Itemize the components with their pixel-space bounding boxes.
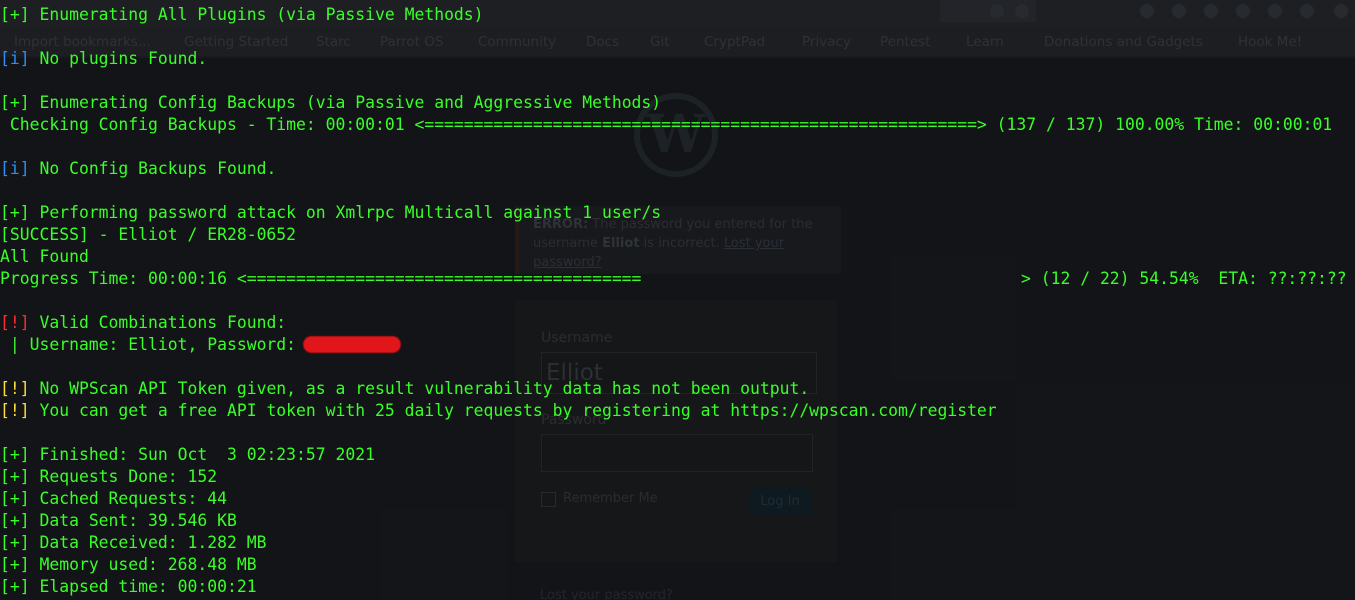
terminal-line: All Found [0, 246, 1355, 268]
status-tag: [+] [0, 467, 30, 486]
attack-progress-bar: Progress Time: 00:00:16 <===============… [0, 269, 642, 288]
screen: Import bookmarks... Getting Started Star… [0, 0, 1355, 600]
line-text: Requests Done: 152 [29, 467, 218, 486]
terminal-line: [+] Cached Requests: 44 [0, 488, 1355, 510]
terminal-line: [+] Finished: Sun Oct 3 02:23:57 2021 [0, 444, 1355, 466]
status-tag: [+] [0, 445, 30, 464]
terminal-line: [+] Performing password attack on Xmlrpc… [0, 202, 1355, 224]
line-text: Cached Requests: 44 [29, 489, 227, 508]
line-text: All Found [0, 247, 89, 266]
line-text: Valid Combinations Found: [29, 313, 287, 332]
line-text: Data Received: 1.282 MB [29, 533, 267, 552]
terminal-line: [+] Elapsed time: 00:00:21 [0, 576, 1355, 598]
terminal-line: [!] Valid Combinations Found: [0, 312, 1355, 334]
terminal-line: [i] No plugins Found. [0, 48, 1355, 70]
terminal-line: [SUCCESS] - Elliot / ER28-0652 [0, 224, 1355, 246]
status-tag: [i] [0, 159, 30, 178]
status-tag: [+] [0, 5, 30, 24]
terminal-line: [i] No Config Backups Found. [0, 158, 1355, 180]
terminal-line: [+] Data Sent: 39.546 KB [0, 510, 1355, 532]
status-tag: [+] [0, 93, 30, 112]
line-text: Finished: Sun Oct 3 02:23:57 2021 [29, 445, 375, 464]
attack-progress-stats: > (12 / 22) 54.54% ETA: ??:??:?? [1021, 269, 1347, 288]
terminal-output[interactable]: [+] Enumerating All Plugins (via Passive… [0, 4, 1355, 598]
terminal-line: [+] Memory used: 268.48 MB [0, 554, 1355, 576]
terminal-line: [+] Data Received: 1.282 MB [0, 532, 1355, 554]
line-text: You can get a free API token with 25 dai… [29, 401, 997, 420]
line-text: No plugins Found. [29, 49, 208, 68]
line-text: No WPScan API Token given, as a result v… [29, 379, 810, 398]
line-text: Memory used: 268.48 MB [29, 555, 257, 574]
status-tag: [+] [0, 577, 30, 596]
credentials-line: | Username: Elliot, Password: [0, 335, 297, 354]
line-text: Enumerating Config Backups (via Passive … [29, 93, 662, 112]
terminal-line: [+] Enumerating Config Backups (via Pass… [0, 92, 1355, 114]
status-tag: [+] [0, 203, 30, 222]
status-tag: [+] [0, 555, 30, 574]
terminal-line: | Username: Elliot, Password: [0, 334, 1355, 356]
terminal-line: [!] No WPScan API Token given, as a resu… [0, 378, 1355, 400]
terminal-line: [+] Requests Done: 152 [0, 466, 1355, 488]
status-tag: [!] [0, 313, 30, 332]
redaction-mark [304, 336, 401, 352]
status-tag: [!] [0, 401, 30, 420]
status-tag: [!] [0, 379, 30, 398]
success-line: [SUCCESS] - Elliot / ER28-0652 [0, 225, 297, 244]
line-text: Enumerating All Plugins (via Passive Met… [29, 5, 484, 24]
terminal-line: Progress Time: 00:00:16 <===============… [0, 268, 1355, 290]
line-text: Elapsed time: 00:00:21 [29, 577, 257, 596]
config-progress-text: Checking Config Backups - Time: 00:00:01… [0, 115, 1333, 134]
terminal-line: [!] You can get a free API token with 25… [0, 400, 1355, 422]
status-tag: [i] [0, 49, 30, 68]
status-tag: [+] [0, 533, 30, 552]
status-tag: [+] [0, 489, 30, 508]
terminal-line: Checking Config Backups - Time: 00:00:01… [0, 114, 1355, 136]
line-text: Data Sent: 39.546 KB [29, 511, 237, 530]
line-text: Performing password attack on Xmlrpc Mul… [29, 203, 662, 222]
terminal-line: [+] Enumerating All Plugins (via Passive… [0, 4, 1355, 26]
line-text: No Config Backups Found. [29, 159, 277, 178]
status-tag: [+] [0, 511, 30, 530]
